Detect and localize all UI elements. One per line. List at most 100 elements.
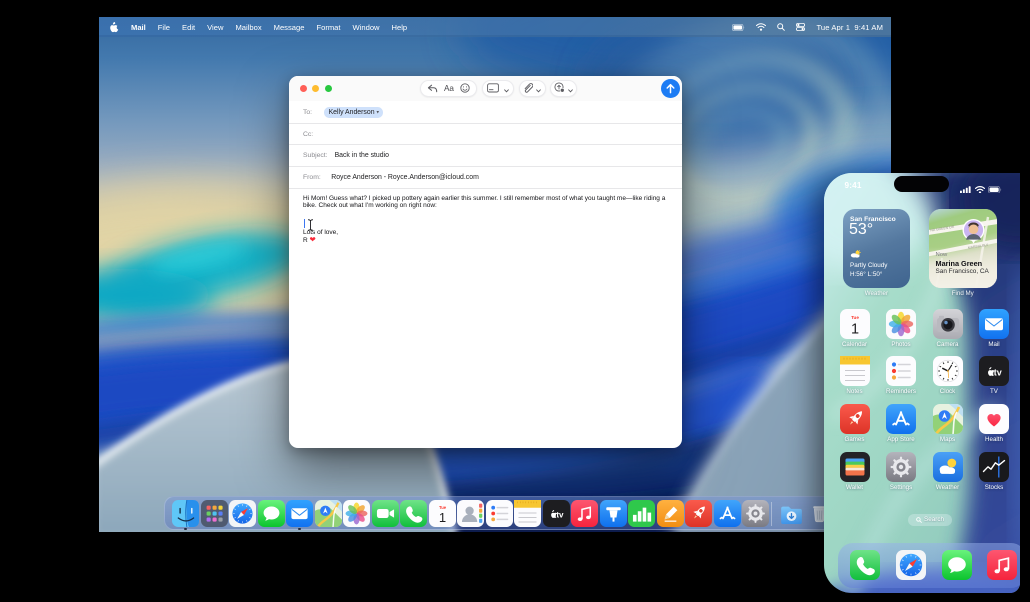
menu-item-help[interactable]: Help bbox=[392, 23, 408, 32]
subject-label: Subject: bbox=[303, 152, 328, 159]
undo-arrow-icon[interactable] bbox=[427, 80, 438, 98]
iphone-app-reminders[interactable]: Reminders bbox=[886, 356, 916, 395]
dock-app-settings[interactable] bbox=[742, 500, 769, 527]
paperclip-icon[interactable] bbox=[523, 80, 533, 98]
iphone-dock-app-safari[interactable] bbox=[896, 550, 926, 580]
field-divider bbox=[289, 188, 683, 189]
text-caret bbox=[304, 219, 305, 229]
dock-app-finder[interactable] bbox=[172, 500, 199, 527]
dock-app-keynote[interactable] bbox=[600, 500, 627, 527]
dock-app-phone[interactable] bbox=[400, 500, 427, 527]
subject-field[interactable]: Subject: Back in the studio bbox=[289, 145, 683, 167]
menu-item-mailbox[interactable]: Mailbox bbox=[235, 23, 261, 32]
recipient-token[interactable]: Kelly Anderson ▾ bbox=[324, 107, 383, 118]
menu-item-window[interactable]: Window bbox=[353, 23, 380, 32]
app-label: Settings bbox=[886, 484, 916, 491]
iphone-app-clock[interactable]: Clock bbox=[933, 356, 963, 395]
search-icon[interactable] bbox=[777, 23, 785, 31]
svg-text:1: 1 bbox=[850, 321, 858, 337]
dock-app-app-store[interactable] bbox=[714, 500, 741, 527]
iphone-app-games[interactable]: Games bbox=[840, 404, 870, 443]
iphone-dock-app-music[interactable] bbox=[987, 550, 1017, 580]
message-body[interactable]: Hi Mom! Guess what? I picked up pottery … bbox=[303, 195, 667, 245]
control-center-icon[interactable] bbox=[796, 23, 805, 31]
svg-text:tv: tv bbox=[994, 368, 1002, 378]
search-label: Search bbox=[924, 516, 944, 523]
iphone-app-wallet[interactable]: Wallet bbox=[840, 452, 870, 491]
iphone-app-photos[interactable]: Photos bbox=[886, 309, 916, 348]
iphone-app-stocks[interactable]: Stocks bbox=[979, 452, 1009, 491]
wifi-icon[interactable] bbox=[756, 23, 766, 31]
dock-app-calendar[interactable]: Tue 1 bbox=[429, 500, 456, 527]
menu-item-file[interactable]: File bbox=[158, 23, 170, 32]
iphone-app-camera[interactable]: Camera bbox=[933, 309, 963, 348]
menu-app-name[interactable]: Mail bbox=[131, 23, 146, 32]
dock-app-safari[interactable] bbox=[229, 500, 256, 527]
iphone-app-calendar[interactable]: Tue 1Calendar bbox=[840, 309, 870, 348]
dock-app-mail[interactable] bbox=[286, 500, 313, 527]
dock-app-launchpad[interactable] bbox=[201, 500, 228, 527]
iphone-app-tv[interactable]: tvTV bbox=[979, 356, 1009, 395]
iphone-app-mail[interactable]: Mail bbox=[979, 309, 1009, 348]
iphone-app-app-store[interactable]: App Store bbox=[886, 404, 916, 443]
close-button[interactable] bbox=[300, 85, 307, 92]
app-label: Stocks bbox=[979, 484, 1009, 491]
weather-widget[interactable]: San Francisco 53° Partly Cloudy H:56° L:… bbox=[843, 209, 910, 288]
header-fields-icon[interactable] bbox=[487, 80, 499, 98]
menu-item-format[interactable]: Format bbox=[316, 23, 340, 32]
app-label: Maps bbox=[933, 436, 963, 443]
to-field[interactable]: To: Kelly Anderson ▾ bbox=[289, 101, 683, 123]
menu-clock[interactable]: Tue Apr 1 9:41 AM bbox=[816, 23, 883, 32]
battery-icon[interactable] bbox=[732, 24, 745, 31]
dock-app-contacts[interactable] bbox=[457, 500, 484, 527]
closing-text: Lots of love, bbox=[303, 229, 667, 236]
dock-app-tv[interactable]: tv bbox=[543, 500, 570, 527]
app-label: Reminders bbox=[886, 388, 916, 395]
svg-text:1: 1 bbox=[438, 510, 445, 525]
from-field[interactable]: From: Royce Anderson - Royce.Anderson@ic… bbox=[289, 166, 683, 188]
cc-field[interactable]: Cc: bbox=[289, 123, 683, 145]
app-label: Camera bbox=[933, 341, 963, 348]
iphone-app-health[interactable]: Health bbox=[979, 404, 1009, 443]
dock-app-notes[interactable] bbox=[514, 500, 541, 527]
partly-cloudy-icon bbox=[850, 250, 861, 260]
send-button[interactable] bbox=[661, 79, 680, 98]
zoom-button[interactable] bbox=[325, 85, 332, 92]
iphone-dock-app-phone[interactable] bbox=[850, 550, 880, 580]
findmy-sublocation: San Francisco, CA bbox=[936, 268, 989, 275]
dock-app-downloads[interactable] bbox=[778, 500, 805, 527]
iphone-app-weather[interactable]: Weather bbox=[933, 452, 963, 491]
dock-app-pages[interactable] bbox=[657, 500, 684, 527]
iphone-dock-app-messages[interactable] bbox=[942, 550, 972, 580]
signature-initial: R bbox=[303, 237, 308, 244]
apple-menu-icon[interactable] bbox=[110, 22, 119, 33]
dock-app-messages[interactable] bbox=[258, 500, 285, 527]
format-button[interactable]: Aa bbox=[444, 84, 454, 93]
menu-item-message[interactable]: Message bbox=[274, 23, 305, 32]
iphone-app-settings[interactable]: Settings bbox=[886, 452, 916, 491]
menu-item-edit[interactable]: Edit bbox=[182, 23, 195, 32]
insert-photo-icon[interactable] bbox=[554, 80, 565, 98]
emoji-smiley-icon[interactable] bbox=[460, 80, 470, 98]
minimize-button[interactable] bbox=[312, 85, 319, 92]
findmy-widget-label: Find My bbox=[929, 290, 998, 297]
menu-item-view[interactable]: View bbox=[207, 23, 223, 32]
spotlight-search-pill[interactable]: Search bbox=[908, 514, 952, 526]
dock-app-maps[interactable] bbox=[315, 500, 342, 527]
weather-high-low: H:56° L:50° bbox=[850, 271, 882, 278]
chevron-down-icon bbox=[536, 80, 541, 98]
toolbar-group-fields bbox=[482, 80, 514, 97]
dock-app-numbers[interactable] bbox=[628, 500, 655, 527]
app-label: Games bbox=[840, 436, 870, 443]
iphone-app-notes[interactable]: Notes bbox=[840, 356, 870, 395]
dock-app-reminders[interactable] bbox=[486, 500, 513, 527]
dock-app-facetime[interactable] bbox=[372, 500, 399, 527]
iphone-app-maps[interactable]: Maps bbox=[933, 404, 963, 443]
dock-app-music[interactable] bbox=[571, 500, 598, 527]
findmy-widget[interactable]: NA GREEN DR MARINA BLV Now Marina Green … bbox=[929, 209, 998, 288]
dock-app-photos[interactable] bbox=[343, 500, 370, 527]
mail-compose-window: Aa bbox=[289, 76, 683, 448]
app-label: Clock bbox=[933, 388, 963, 395]
weather-widget-label: Weather bbox=[843, 290, 910, 297]
dock-app-games[interactable] bbox=[685, 500, 712, 527]
